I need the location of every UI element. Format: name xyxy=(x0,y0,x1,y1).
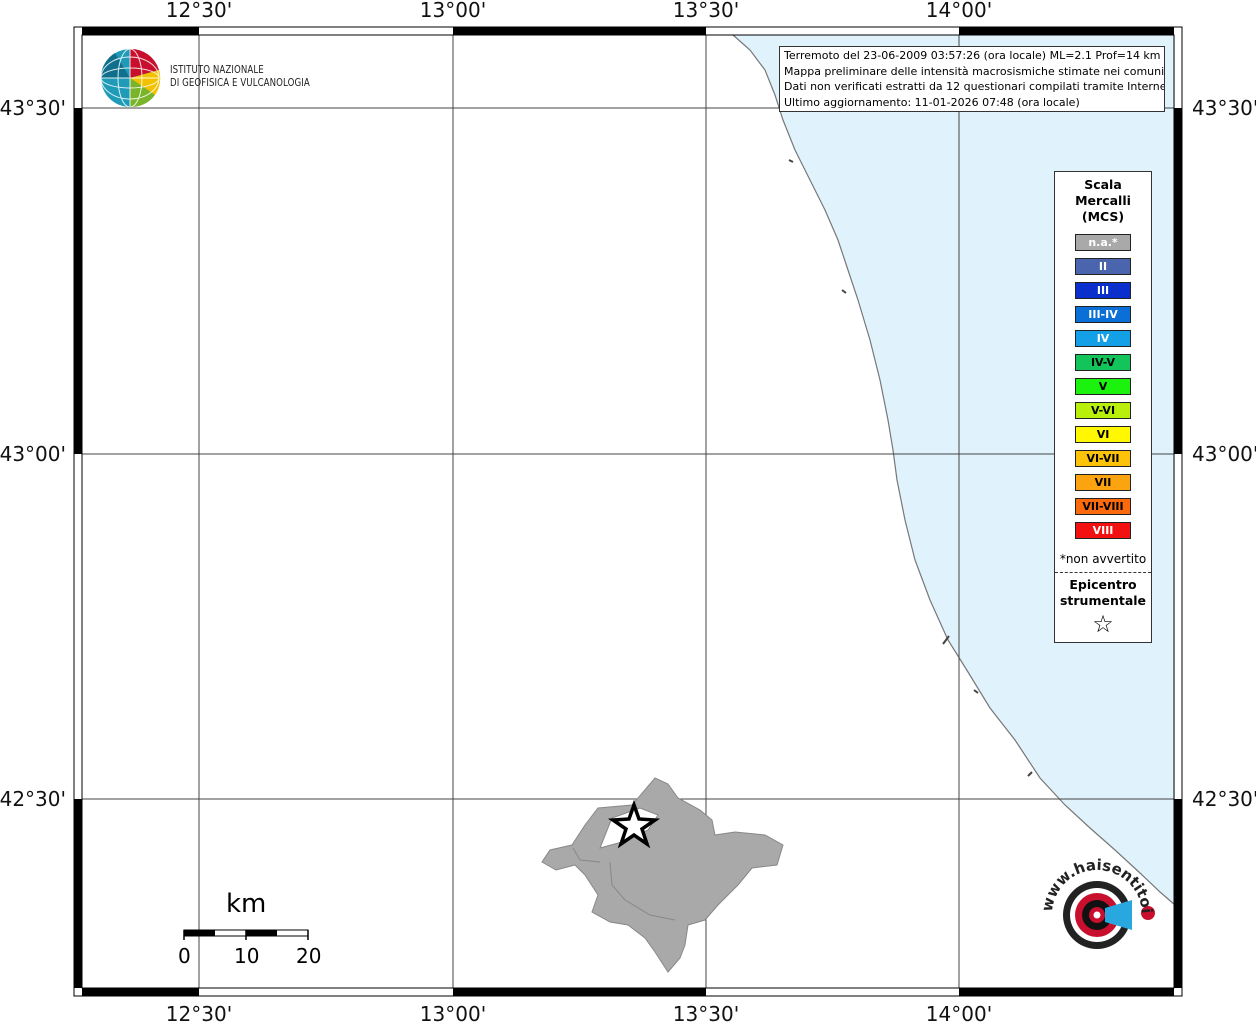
legend-swatch: IV-V xyxy=(1075,354,1131,371)
lat-tick-left-2: 43°00' xyxy=(0,442,66,466)
info-line-2: Mappa preliminare delle intensità macros… xyxy=(784,64,1165,78)
info-line-1: Terremoto del 23-06-2009 03:57:26 (ora l… xyxy=(784,49,1161,62)
scale-tick-0: 0 xyxy=(178,944,191,968)
legend-swatch: VII-VIII xyxy=(1075,498,1131,515)
lon-tick-bottom-1: 12°30' xyxy=(166,1002,232,1024)
lon-tick-bottom-3: 13°30' xyxy=(673,1002,739,1024)
lon-tick-bottom-2: 13°00' xyxy=(420,1002,486,1024)
legend-swatch: n.a.* xyxy=(1075,234,1131,251)
legend-swatch: II xyxy=(1075,258,1131,275)
lat-tick-right-2: 43°00' xyxy=(1192,442,1256,466)
lon-tick-bottom-4: 14°00' xyxy=(926,1002,992,1024)
legend-epicenter-label: Epicentro strumentale xyxy=(1059,577,1147,608)
ingv-globe-icon xyxy=(100,48,161,108)
scale-bar-unit: km xyxy=(226,889,267,919)
legend-title: Scala Mercalli (MCS) xyxy=(1075,177,1131,224)
scale-tick-20: 20 xyxy=(296,944,322,968)
legend-swatch: VI xyxy=(1075,426,1131,443)
legend-swatch: V-VI xyxy=(1075,402,1131,419)
legend-swatch: IV xyxy=(1075,330,1131,347)
lat-tick-right-3: 42°30' xyxy=(1192,787,1256,811)
legend-swatch: VIII xyxy=(1075,522,1131,539)
legend-scale: n.a.* II III III-IV IV IV-V V V-VI VI VI-VII VII VI… xyxy=(1055,234,1151,539)
legend-swatch: III xyxy=(1075,282,1131,299)
info-line-4: Ultimo aggiornamento: 11-01-2026 07:48 (… xyxy=(784,95,1080,109)
ingv-logo-text: ISTITUTO NAZIONALE DI GEOFISICA E VULCAN… xyxy=(170,64,310,90)
legend-note: *non avvertito xyxy=(1059,552,1147,566)
info-line-3: Dati non verificati estratti da 12 quest… xyxy=(784,80,1165,93)
legend-separator xyxy=(1055,572,1151,573)
lon-tick-top-4: 14°00' xyxy=(926,0,992,22)
lat-tick-right-1: 43°30' xyxy=(1192,96,1256,120)
legend-swatch: VII xyxy=(1075,474,1131,491)
lon-tick-top-2: 13°00' xyxy=(420,0,486,22)
logo-line-2: DI GEOFISICA E VULCANOLOGIA xyxy=(170,77,310,89)
legend-swatch: VI-VII xyxy=(1075,450,1131,467)
legend-swatch: V xyxy=(1075,378,1131,395)
event-info-box: Terremoto del 23-06-2009 03:57:26 (ora l… xyxy=(779,46,1165,112)
logo-line-1: ISTITUTO NAZIONALE xyxy=(170,64,264,76)
lon-tick-top-3: 13°30' xyxy=(673,0,739,22)
lat-tick-left-1: 43°30' xyxy=(0,96,66,120)
legend-swatch: III-IV xyxy=(1075,306,1131,323)
star-icon: ☆ xyxy=(1092,610,1114,638)
mcs-legend: Scala Mercalli (MCS) n.a.* II III III-IV IV I… xyxy=(1054,171,1152,643)
lon-tick-top-1: 12°30' xyxy=(166,0,232,22)
lat-tick-left-3: 42°30' xyxy=(0,787,66,811)
scale-tick-10: 10 xyxy=(234,944,260,968)
